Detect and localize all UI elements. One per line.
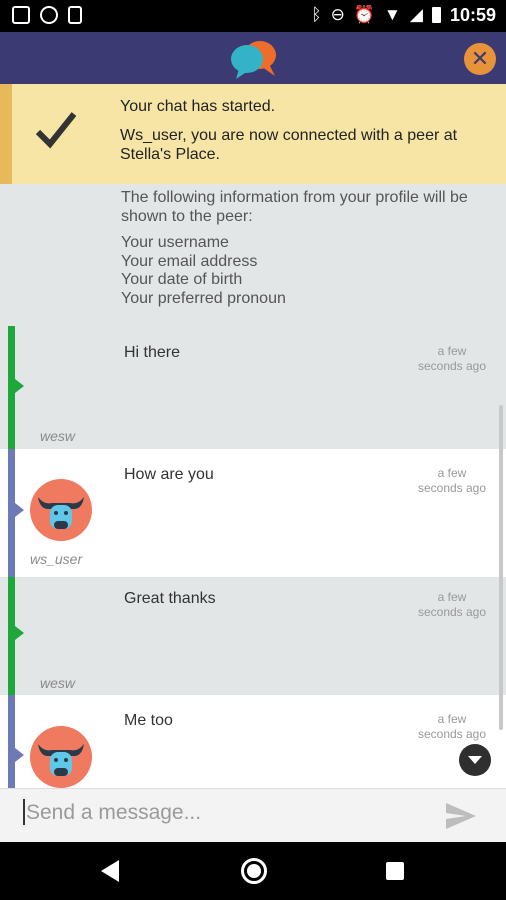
message-self: Me too a few seconds ago: [0, 695, 506, 788]
phone-icon: [68, 6, 82, 24]
back-icon[interactable]: [101, 860, 119, 882]
profile-info: The following information from your prof…: [0, 184, 506, 330]
message-self: How are you a few seconds ago ws_user: [0, 449, 506, 577]
profile-info-item: Your email address: [121, 252, 258, 270]
dnd-icon: ⊖: [330, 5, 345, 24]
send-icon[interactable]: [444, 801, 478, 831]
sync-icon: [40, 6, 58, 24]
message-bar: [8, 695, 15, 788]
alarm-icon: ⏰: [353, 5, 376, 24]
message-username: wesw: [40, 675, 76, 691]
profile-info-item: Your date of birth: [121, 271, 243, 288]
scroll-down-button[interactable]: [459, 744, 491, 776]
home-icon[interactable]: [241, 858, 267, 884]
message-text: Great thanks: [124, 590, 216, 607]
bluetooth-icon: ᛒ: [311, 5, 322, 24]
profile-info-item: Your username: [121, 234, 229, 251]
recent-apps-icon[interactable]: [386, 862, 404, 880]
banner-title: Your chat has started.: [120, 98, 276, 115]
message-pointer: [15, 748, 24, 762]
banner-text: Ws_user, you are now connected with a pe…: [120, 127, 458, 163]
checkmark-icon: [35, 112, 77, 149]
message-username: ws_user: [30, 551, 83, 567]
battery-icon: [431, 7, 441, 23]
message-bar: [8, 577, 15, 695]
message-time: a few seconds ago: [417, 344, 487, 373]
app-bar: [0, 32, 506, 84]
avatar: [30, 726, 92, 788]
message-text: How are you: [124, 466, 214, 483]
status-bar: ᛒ ⊖ ⏰ ▼ ◢ 10:59: [0, 0, 506, 32]
wifi-icon: ▼: [384, 5, 401, 24]
message-time: a few seconds ago: [417, 590, 487, 619]
close-icon[interactable]: ✕: [464, 43, 496, 75]
message-pointer: [15, 379, 24, 393]
message-bar: [8, 449, 15, 577]
banner-stripe: [0, 84, 12, 184]
profile-info-intro: The following information from your prof…: [121, 189, 468, 225]
chat-bubbles-logo: [231, 41, 276, 79]
image-icon: [12, 6, 30, 24]
avatar: [30, 479, 92, 541]
signal-icon: ◢: [409, 5, 423, 24]
chat-started-banner: Your chat has started. Ws_user, you are …: [0, 84, 506, 184]
profile-info-item: Your preferred pronoun: [121, 289, 286, 307]
composer: [0, 788, 506, 843]
message-input[interactable]: [24, 795, 418, 831]
message-pointer: [15, 626, 24, 640]
message-bar: [8, 326, 15, 449]
message-time: a few seconds ago: [417, 712, 487, 741]
message-peer: Hi there a few seconds ago wesw: [0, 326, 506, 449]
message-pointer: [15, 503, 24, 517]
message-username: wesw: [40, 428, 76, 444]
message-peer: Great thanks a few seconds ago wesw: [0, 577, 506, 695]
message-time: a few seconds ago: [417, 466, 487, 495]
message-text: Me too: [124, 712, 173, 729]
bull-icon: [38, 744, 84, 776]
message-text: Hi there: [124, 344, 181, 361]
bull-icon: [38, 497, 84, 529]
navigation-bar: [0, 842, 506, 900]
profile-info-list: Your username Your email address Your da…: [121, 234, 286, 308]
scrollbar[interactable]: [499, 405, 503, 730]
status-time: 10:59: [449, 5, 496, 25]
